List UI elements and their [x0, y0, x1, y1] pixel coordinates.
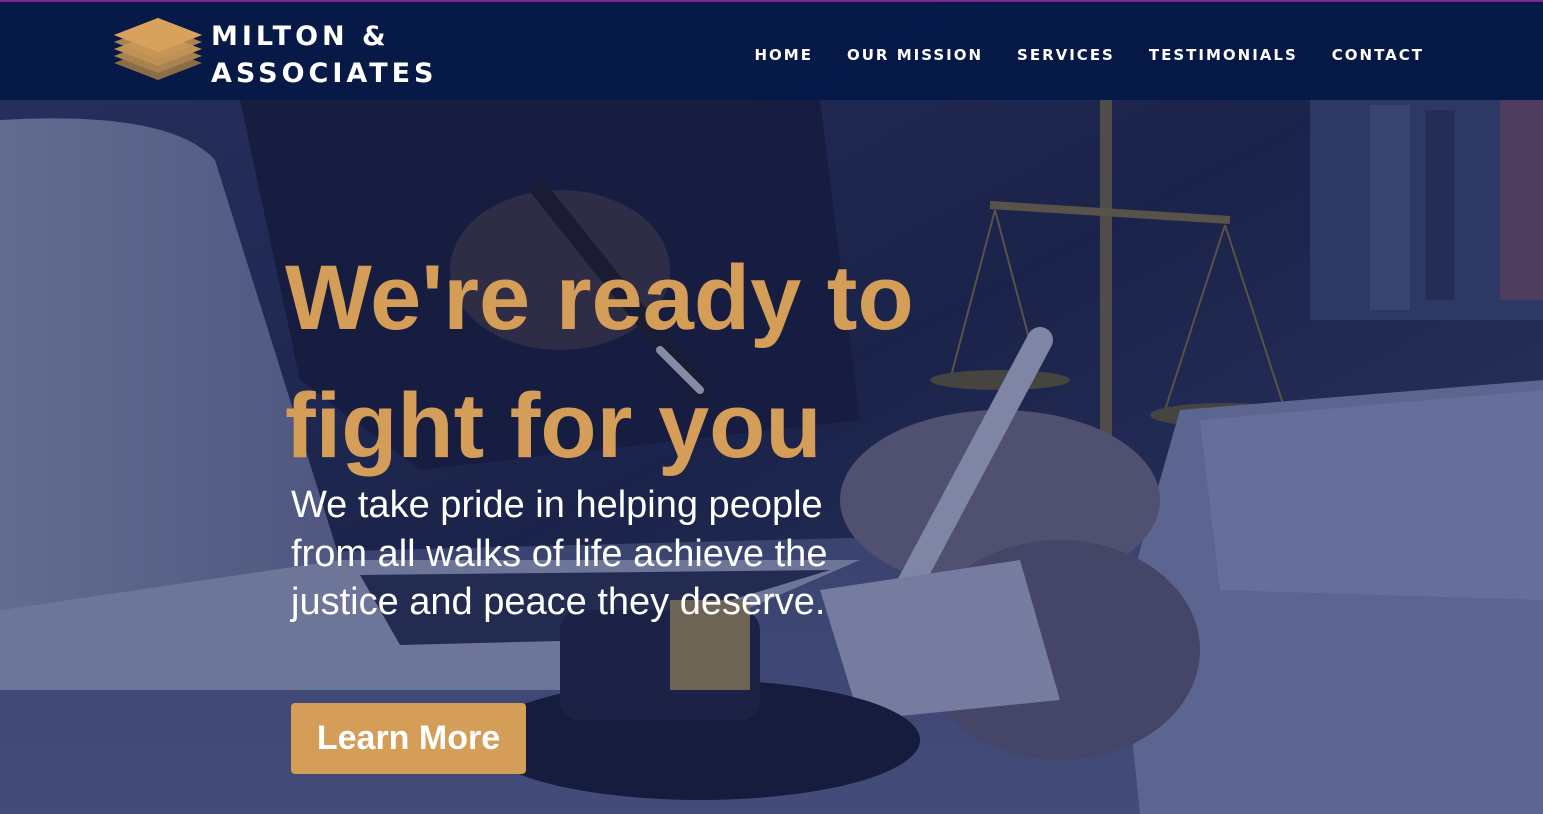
logo[interactable]: MILTON & ASSOCIATES: [112, 16, 452, 92]
nav-testimonials[interactable]: TESTIMONIALS: [1149, 46, 1298, 64]
learn-more-button[interactable]: Learn More: [291, 703, 526, 774]
site-header: MILTON & ASSOCIATES HOME OUR MISSION SER…: [0, 2, 1543, 100]
main-nav: HOME OUR MISSION SERVICES TESTIMONIALS C…: [755, 46, 1425, 64]
nav-services[interactable]: SERVICES: [1017, 46, 1115, 64]
hero-headline: We're ready to fight for you: [285, 247, 914, 477]
hero-subtext: We take pride in helping people from all…: [291, 484, 828, 623]
logo-line-2: ASSOCIATES: [211, 58, 438, 89]
nav-our-mission[interactable]: OUR MISSION: [847, 46, 983, 64]
nav-contact[interactable]: CONTACT: [1332, 46, 1424, 64]
stacked-layers-icon: [114, 18, 202, 80]
logo-text: MILTON & ASSOCIATES: [211, 18, 438, 92]
landing-page: MILTON & ASSOCIATES HOME OUR MISSION SER…: [0, 0, 1543, 814]
logo-line-1: MILTON &: [211, 21, 390, 52]
nav-home[interactable]: HOME: [755, 46, 813, 64]
